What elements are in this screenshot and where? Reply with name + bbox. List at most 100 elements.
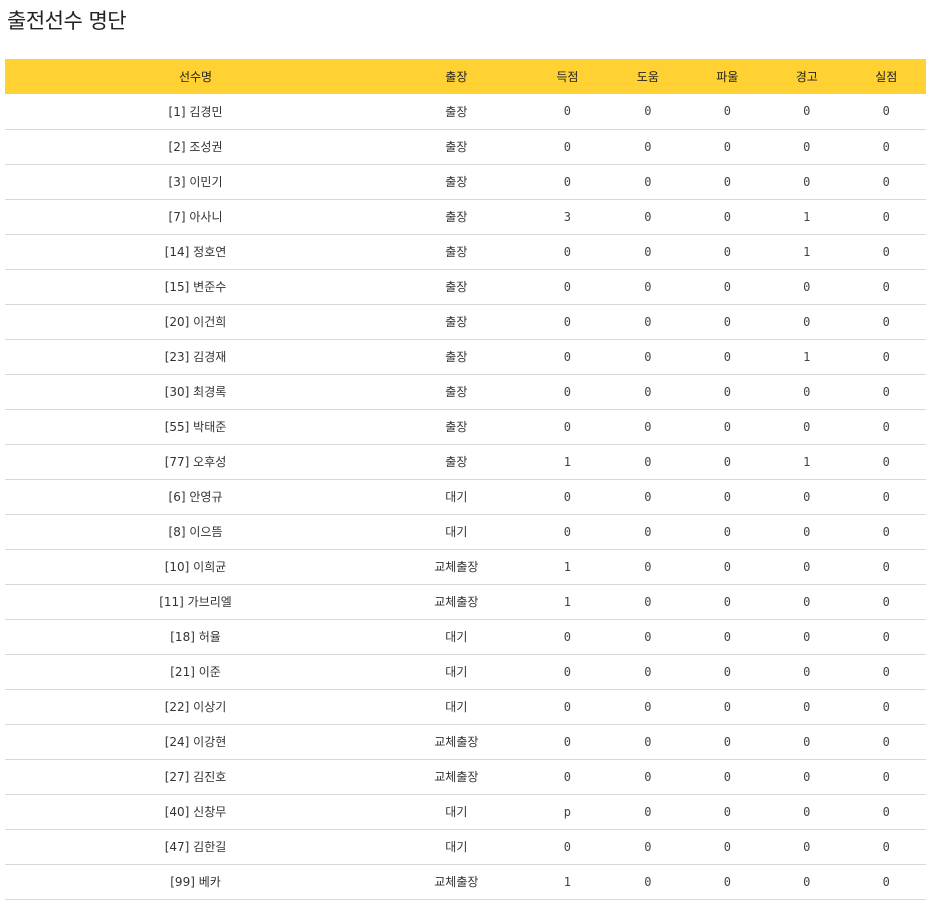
player-name-cell: [55] 박태준 xyxy=(164,420,227,434)
player-name-cell: [21] 이준 xyxy=(170,665,221,679)
table-row: [20] 이건희 출장 0 0 0 0 0 xyxy=(5,304,926,339)
player-name-cell: [15] 변준수 xyxy=(164,280,227,294)
goals-cell: 0 xyxy=(563,839,571,854)
fouls-cell: 0 xyxy=(723,384,731,399)
fouls-cell: 0 xyxy=(723,279,731,294)
roster-table: 선수명 출장 득점 도움 파울 경고 실점 [1] 김경민 출장 0 0 0 0 0 [2] … xyxy=(5,59,926,900)
player-name-cell: [20] 이건희 xyxy=(164,315,227,329)
table-row: [22] 이상기 대기 0 0 0 0 0 xyxy=(5,689,926,724)
own-goals-cell: 0 xyxy=(882,874,890,889)
assists-cell: 0 xyxy=(644,559,652,574)
goals-cell: 0 xyxy=(563,769,571,784)
fouls-cell: 0 xyxy=(723,489,731,504)
goals-cell: 1 xyxy=(563,874,571,889)
header-assists: 도움 xyxy=(636,70,659,84)
status-cell: 교체출장 xyxy=(434,595,479,609)
goals-cell: 0 xyxy=(563,314,571,329)
fouls-cell: 0 xyxy=(723,314,731,329)
warnings-cell: 0 xyxy=(803,139,811,154)
own-goals-cell: 0 xyxy=(882,594,890,609)
warnings-cell: 0 xyxy=(803,734,811,749)
own-goals-cell: 0 xyxy=(882,839,890,854)
own-goals-cell: 0 xyxy=(882,559,890,574)
status-cell: 교체출장 xyxy=(434,875,479,889)
assists-cell: 0 xyxy=(644,104,652,119)
fouls-cell: 0 xyxy=(723,804,731,819)
fouls-cell: 0 xyxy=(723,699,731,714)
own-goals-cell: 0 xyxy=(882,174,890,189)
own-goals-cell: 0 xyxy=(882,489,890,504)
fouls-cell: 0 xyxy=(723,209,731,224)
status-cell: 대기 xyxy=(445,490,468,504)
warnings-cell: 0 xyxy=(803,664,811,679)
status-cell: 교체출장 xyxy=(434,770,479,784)
header-row: 선수명 출장 득점 도움 파울 경고 실점 xyxy=(5,59,926,94)
fouls-cell: 0 xyxy=(723,524,731,539)
goals-cell: 0 xyxy=(563,104,571,119)
table-row: [77] 오후성 출장 1 0 0 1 0 xyxy=(5,444,926,479)
own-goals-cell: 0 xyxy=(882,699,890,714)
header-player-name: 선수명 xyxy=(178,70,213,84)
goals-cell: p xyxy=(563,804,571,819)
warnings-cell: 1 xyxy=(803,244,811,259)
assists-cell: 0 xyxy=(644,524,652,539)
assists-cell: 0 xyxy=(644,419,652,434)
warnings-cell: 1 xyxy=(803,454,811,469)
status-cell: 출장 xyxy=(445,245,468,259)
warnings-cell: 0 xyxy=(803,279,811,294)
player-name-cell: [99] 베카 xyxy=(170,875,221,889)
goals-cell: 0 xyxy=(563,244,571,259)
warnings-cell: 0 xyxy=(803,384,811,399)
table-row: [24] 이강현 교체출장 0 0 0 0 0 xyxy=(5,724,926,759)
table-row: [6] 안영규 대기 0 0 0 0 0 xyxy=(5,479,926,514)
player-name-cell: [10] 이희균 xyxy=(164,560,227,574)
table-row: [14] 정호연 출장 0 0 0 1 0 xyxy=(5,234,926,269)
table-row: [27] 김진호 교체출장 0 0 0 0 0 xyxy=(5,759,926,794)
warnings-cell: 0 xyxy=(803,419,811,434)
player-name-cell: [7] 아사니 xyxy=(168,210,223,224)
fouls-cell: 0 xyxy=(723,559,731,574)
table-row: [55] 박태준 출장 0 0 0 0 0 xyxy=(5,409,926,444)
assists-cell: 0 xyxy=(644,314,652,329)
warnings-cell: 0 xyxy=(803,699,811,714)
assists-cell: 0 xyxy=(644,244,652,259)
assists-cell: 0 xyxy=(644,874,652,889)
status-cell: 출장 xyxy=(445,104,468,119)
header-warnings: 경고 xyxy=(795,70,818,84)
warnings-cell: 0 xyxy=(803,314,811,329)
roster-table-container: 선수명 출장 득점 도움 파울 경고 실점 [1] 김경민 출장 0 0 0 0 0 [2] … xyxy=(5,59,926,900)
warnings-cell: 0 xyxy=(803,489,811,504)
player-name-cell: [40] 신창무 xyxy=(164,805,227,819)
assists-cell: 0 xyxy=(644,664,652,679)
assists-cell: 0 xyxy=(644,839,652,854)
own-goals-cell: 0 xyxy=(882,454,890,469)
fouls-cell: 0 xyxy=(723,874,731,889)
fouls-cell: 0 xyxy=(723,419,731,434)
goals-cell: 0 xyxy=(563,734,571,749)
warnings-cell: 0 xyxy=(803,524,811,539)
fouls-cell: 0 xyxy=(723,594,731,609)
goals-cell: 0 xyxy=(563,174,571,189)
player-name-cell: [11] 가브리엘 xyxy=(159,595,232,609)
player-name-cell: [3] 이민기 xyxy=(168,175,223,189)
table-row: [21] 이준 대기 0 0 0 0 0 xyxy=(5,654,926,689)
own-goals-cell: 0 xyxy=(882,629,890,644)
own-goals-cell: 0 xyxy=(882,104,890,119)
header-status: 출장 xyxy=(445,70,468,84)
status-cell: 대기 xyxy=(445,525,468,539)
table-row: [1] 김경민 출장 0 0 0 0 0 xyxy=(5,94,926,129)
player-name-cell: [27] 김진호 xyxy=(164,770,227,784)
fouls-cell: 0 xyxy=(723,839,731,854)
own-goals-cell: 0 xyxy=(882,209,890,224)
table-row: [8] 이으뜸 대기 0 0 0 0 0 xyxy=(5,514,926,549)
own-goals-cell: 0 xyxy=(882,384,890,399)
goals-cell: 0 xyxy=(563,699,571,714)
own-goals-cell: 0 xyxy=(882,769,890,784)
goals-cell: 0 xyxy=(563,419,571,434)
assists-cell: 0 xyxy=(644,489,652,504)
own-goals-cell: 0 xyxy=(882,139,890,154)
header-fouls: 파울 xyxy=(716,70,739,84)
warnings-cell: 0 xyxy=(803,839,811,854)
own-goals-cell: 0 xyxy=(882,664,890,679)
warnings-cell: 0 xyxy=(803,629,811,644)
